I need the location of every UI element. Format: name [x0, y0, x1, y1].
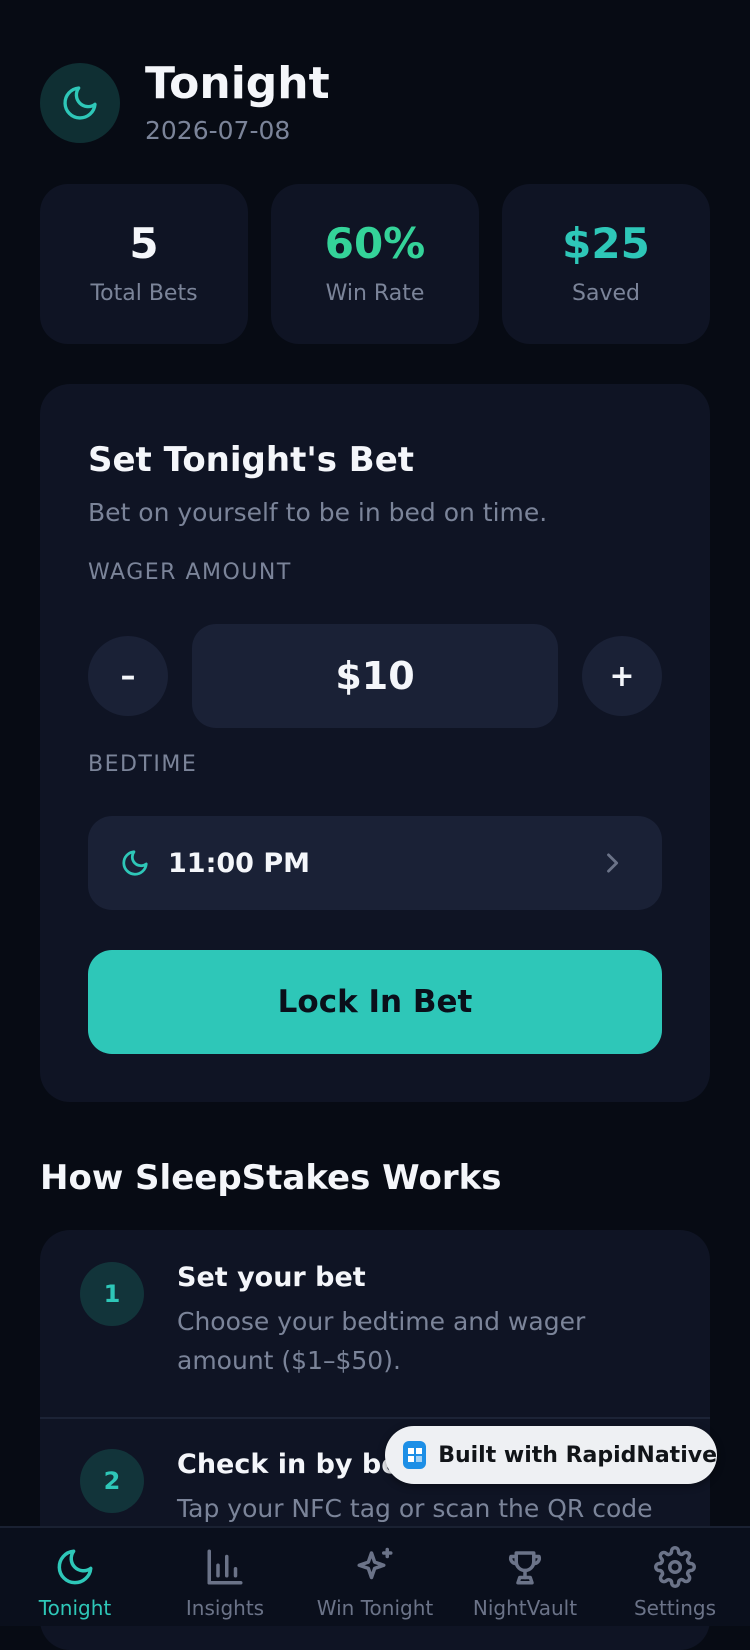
moon-icon [122, 850, 148, 876]
wager-label: WAGER AMOUNT [88, 560, 292, 585]
badge-text: Built with RapidNative [438, 1442, 717, 1468]
stats-row: 5 Total Bets 60% Win Rate $25 Saved [40, 184, 710, 344]
bottom-tab-bar: Tonight Insights Win Tonight NightVault … [0, 1526, 750, 1626]
moon-icon [57, 1549, 93, 1585]
stat-label: Win Rate [325, 280, 425, 306]
page-header: Tonight 2026-07-08 [40, 58, 330, 146]
bedtime-picker[interactable]: 11:00 PM [88, 816, 662, 910]
tab-insights[interactable]: Insights [150, 1528, 300, 1626]
gear-icon [654, 1546, 696, 1588]
step-number: 1 [80, 1262, 144, 1326]
stat-value: 5 [129, 218, 159, 268]
bedtime-label: BEDTIME [88, 752, 198, 777]
sparkles-icon [357, 1547, 393, 1580]
trophy-icon [508, 1551, 542, 1585]
stat-total-bets: 5 Total Bets [40, 184, 248, 344]
divider [40, 1417, 710, 1419]
decrement-button[interactable]: – [88, 636, 168, 716]
increment-button[interactable]: + [582, 636, 662, 716]
title-block: Tonight 2026-07-08 [145, 58, 330, 146]
bedtime-value: 11:00 PM [168, 847, 311, 879]
stat-value: $25 [562, 218, 650, 268]
section-title: How SleepStakes Works [40, 1158, 502, 1198]
tab-label: NightVault [472, 1596, 578, 1620]
bet-card: Set Tonight's Bet Bet on yourself to be … [40, 384, 710, 1102]
stat-value: 60% [324, 218, 426, 268]
step-title: Set your bet [177, 1262, 366, 1293]
step-description: Tap your NFC tag or scan the QR code [177, 1494, 653, 1523]
page-date: 2026-07-08 [145, 116, 291, 146]
bar-chart-icon [207, 1549, 243, 1585]
card-title: Set Tonight's Bet [88, 440, 415, 480]
tab-nightvault[interactable]: NightVault [450, 1528, 600, 1626]
stat-label: Saved [572, 280, 640, 306]
stat-win-rate: 60% Win Rate [271, 184, 479, 344]
card-subtitle: Bet on yourself to be in bed on time. [88, 498, 548, 527]
built-with-badge[interactable]: Built with RapidNative [385, 1426, 717, 1484]
step-number: 2 [80, 1449, 144, 1513]
step-description: Choose your bedtime and wager amount ($1… [177, 1307, 586, 1375]
rapidnative-logo-icon [403, 1441, 427, 1469]
wager-amount-display: $10 [192, 624, 558, 728]
stat-saved: $25 Saved [502, 184, 710, 344]
page-title: Tonight [145, 58, 330, 109]
tab-win-tonight[interactable]: Win Tonight [300, 1528, 450, 1626]
tab-label: Tonight [38, 1596, 112, 1620]
tab-tonight[interactable]: Tonight [0, 1528, 150, 1626]
stat-label: Total Bets [90, 280, 198, 306]
tab-label: Win Tonight [316, 1596, 434, 1620]
chevron-right-icon [607, 853, 619, 873]
lock-in-bet-button[interactable]: Lock In Bet [88, 950, 662, 1054]
tab-settings[interactable]: Settings [600, 1528, 750, 1626]
moon-icon [40, 62, 120, 143]
tab-label: Settings [633, 1596, 717, 1620]
tab-label: Insights [185, 1596, 265, 1620]
